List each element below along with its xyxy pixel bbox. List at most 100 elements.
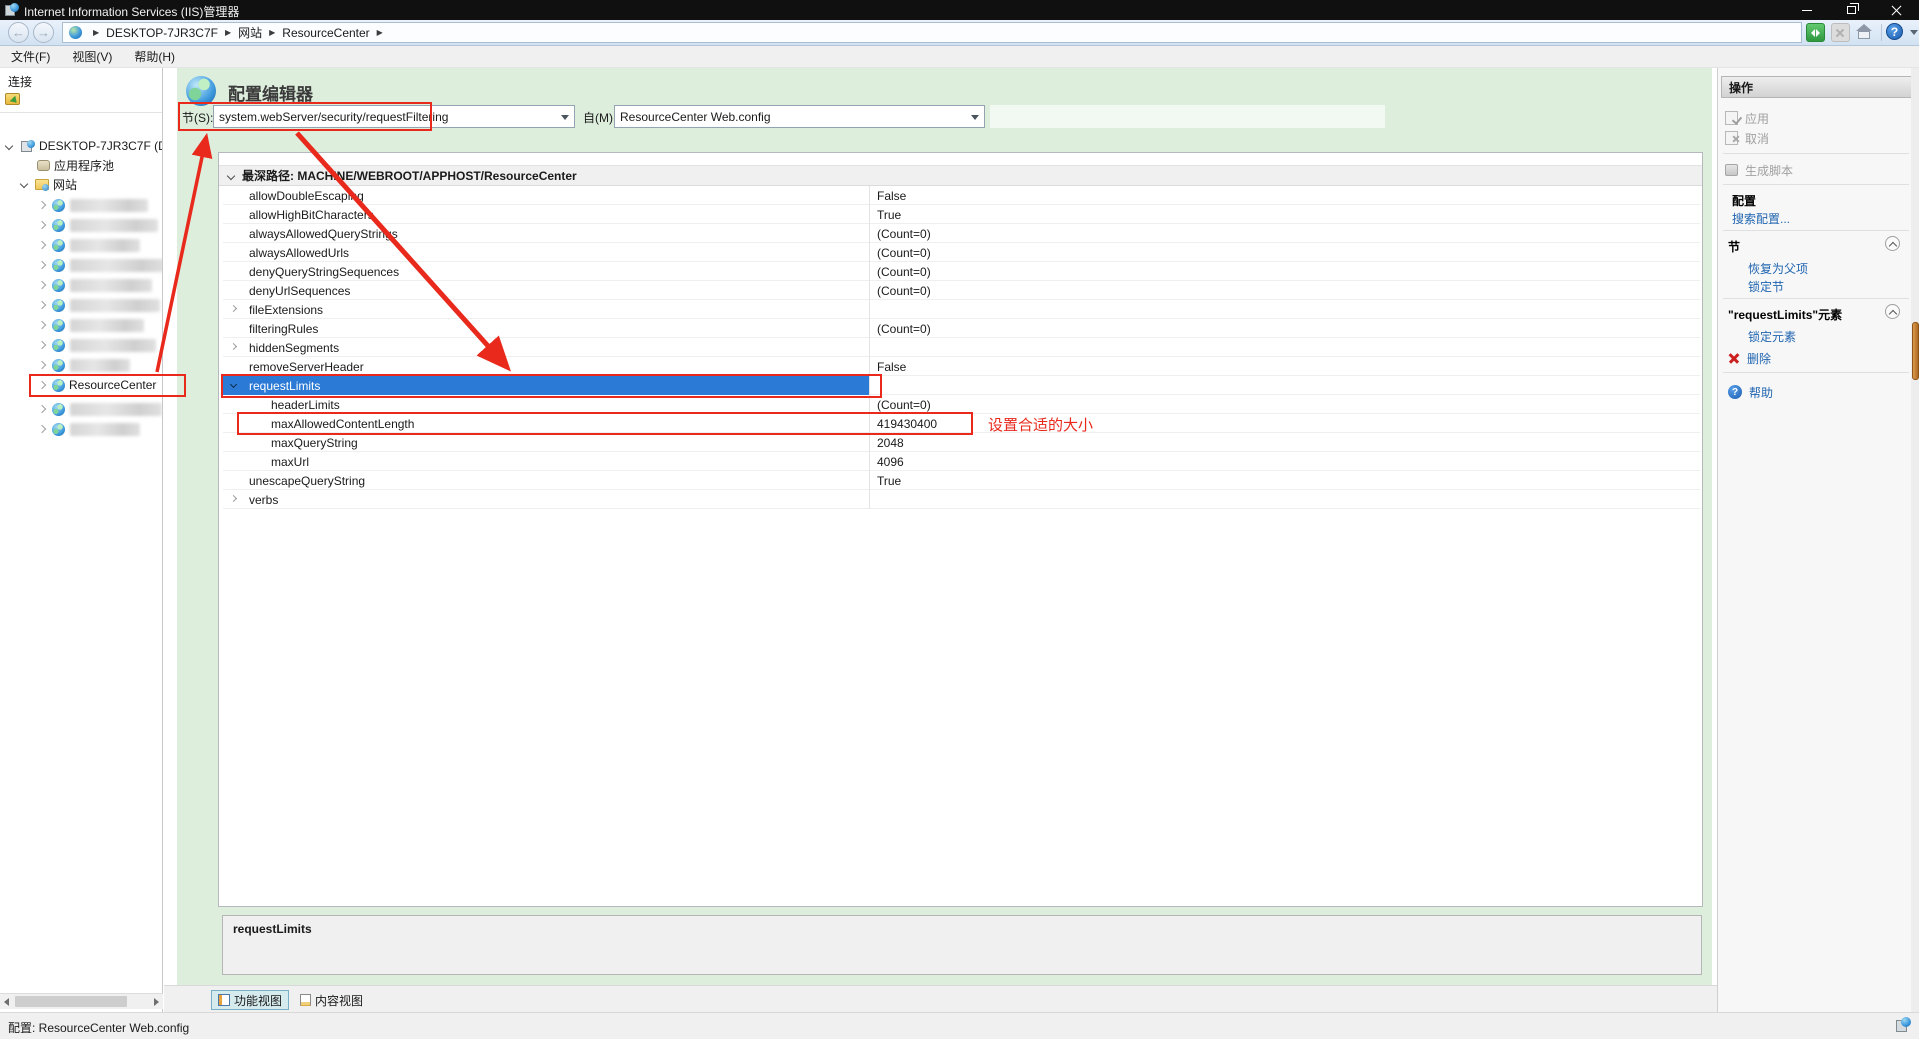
collapse-section-icon[interactable] (1885, 236, 1900, 251)
property-name-cell[interactable]: alwaysAllowedQueryStrings (223, 224, 869, 243)
chevron-right-icon[interactable] (37, 320, 47, 330)
help-link[interactable]: ? 帮助 (1728, 384, 1773, 400)
property-value[interactable]: True (869, 471, 1689, 490)
tree-node-label[interactable]: 应用程序池 (54, 157, 114, 174)
tree-node-masked-site[interactable] (0, 355, 162, 375)
chevron-right-icon[interactable] (229, 494, 238, 503)
grid-row-maxUrl[interactable]: maxUrl 4096 (223, 452, 1700, 471)
chevron-right-icon[interactable] (37, 300, 47, 310)
scroll-thumb[interactable] (1912, 322, 1919, 380)
lock-section-link[interactable]: 锁定节 (1748, 278, 1784, 294)
scroll-left-icon[interactable] (4, 998, 9, 1006)
property-name-cell[interactable]: alwaysAllowedUrls (223, 243, 869, 262)
tree-node-masked-site[interactable] (0, 235, 162, 255)
search-config-link[interactable]: 搜索配置... (1732, 210, 1790, 226)
chevron-right-icon[interactable] (37, 424, 47, 434)
generate-script-button[interactable]: 生成脚本 (1725, 162, 1793, 178)
tree-node-masked-site[interactable] (0, 215, 162, 235)
help-icon[interactable]: ? (1886, 23, 1903, 40)
lock-element-link[interactable]: 锁定元素 (1748, 328, 1796, 344)
breadcrumb[interactable]: ▶ DESKTOP-7JR3C7F ▶ 网站 ▶ ResourceCenter … (62, 22, 1802, 43)
scroll-thumb[interactable] (15, 996, 127, 1007)
chevron-down-icon[interactable] (4, 141, 14, 151)
column-divider[interactable] (869, 186, 870, 509)
delete-link[interactable]: 删除 (1728, 350, 1771, 366)
tree-node-label[interactable]: 网站 (53, 176, 77, 193)
property-value[interactable]: False (869, 186, 1689, 205)
property-value[interactable]: (Count=0) (869, 243, 1689, 262)
grid-row-maxQueryString[interactable]: maxQueryString 2048 (223, 433, 1700, 452)
tab-content-view[interactable]: 内容视图 (294, 990, 369, 1010)
breadcrumb-server[interactable]: DESKTOP-7JR3C7F (106, 26, 218, 40)
property-value[interactable] (869, 490, 1689, 509)
property-name-cell[interactable]: allowDoubleEscaping (223, 186, 869, 205)
tree-node-masked-site[interactable] (0, 195, 162, 215)
close-button[interactable] (1874, 0, 1919, 20)
scroll-right-icon[interactable] (154, 998, 159, 1006)
property-value[interactable]: (Count=0) (869, 319, 1689, 338)
property-name-cell[interactable]: allowHighBitCharacters (223, 205, 869, 224)
property-name-cell[interactable]: unescapeQueryString (223, 471, 869, 490)
chevron-right-icon[interactable] (229, 304, 238, 313)
property-name-cell[interactable]: hiddenSegments (223, 338, 869, 357)
property-value[interactable] (869, 338, 1689, 357)
grid-row-unescapeQueryString[interactable]: unescapeQueryString True (223, 471, 1700, 490)
revert-to-parent-link[interactable]: 恢复为父项 (1748, 260, 1808, 276)
property-name-cell[interactable]: denyUrlSequences (223, 281, 869, 300)
restore-button[interactable] (1829, 0, 1874, 20)
property-value[interactable]: False (869, 357, 1689, 376)
tree-node-server[interactable]: DESKTOP-7JR3C7F (DESKT (0, 136, 162, 156)
forward-button[interactable]: → (33, 22, 54, 43)
grid-row-alwaysAllowedQueryStrings[interactable]: alwaysAllowedQueryStrings (Count=0) (223, 224, 1700, 243)
property-value[interactable] (869, 300, 1689, 319)
grid-row-hiddenSegments[interactable]: hiddenSegments (223, 338, 1700, 357)
tree-node-masked-site[interactable] (0, 419, 162, 439)
tree-node-masked-site[interactable] (0, 295, 162, 315)
chevron-right-icon[interactable] (37, 360, 47, 370)
grid-row-denyUrlSequences[interactable]: denyUrlSequences (Count=0) (223, 281, 1700, 300)
property-name-cell[interactable]: fileExtensions (223, 300, 869, 319)
chevron-right-icon[interactable] (37, 200, 47, 210)
restart-icon[interactable] (1806, 23, 1825, 42)
chevron-right-icon[interactable] (229, 342, 238, 351)
grid-row-filteringRules[interactable]: filteringRules (Count=0) (223, 319, 1700, 338)
chevron-right-icon[interactable] (37, 280, 47, 290)
chevron-down-icon[interactable] (971, 115, 979, 120)
tree-node-masked-site[interactable] (0, 315, 162, 335)
property-value[interactable]: (Count=0) (869, 262, 1689, 281)
tree-node-sites[interactable]: 网站 (0, 174, 162, 194)
property-name-cell[interactable]: filteringRules (223, 319, 869, 338)
cancel-button[interactable]: 取消 (1725, 130, 1769, 146)
menu-view[interactable]: 视图(V) (61, 45, 123, 68)
menu-file[interactable]: 文件(F) (0, 45, 61, 68)
property-value[interactable]: 2048 (869, 433, 1689, 452)
menu-help[interactable]: 帮助(H) (123, 45, 186, 68)
property-name-cell[interactable]: maxUrl (223, 452, 869, 471)
tree-node-label[interactable]: DESKTOP-7JR3C7F (DESKT (39, 139, 162, 153)
property-name-cell[interactable]: denyQueryStringSequences (223, 262, 869, 281)
chevron-right-icon[interactable] (37, 260, 47, 270)
breadcrumb-site[interactable]: ResourceCenter (282, 26, 369, 40)
tree-node-masked-site[interactable] (0, 335, 162, 355)
property-value[interactable]: 4096 (869, 452, 1689, 471)
chevron-down-icon[interactable] (226, 171, 236, 180)
chevron-right-icon[interactable] (37, 220, 47, 230)
connections-hscrollbar[interactable] (0, 993, 163, 1009)
chevron-right-icon[interactable] (37, 240, 47, 250)
minimize-button[interactable] (1784, 0, 1829, 20)
collapse-element-icon[interactable] (1885, 304, 1900, 319)
breadcrumb-sites[interactable]: 网站 (238, 24, 262, 41)
property-value[interactable]: (Count=0) (869, 395, 1689, 414)
property-value[interactable] (869, 376, 1689, 395)
tab-feature-view[interactable]: 功能视图 (211, 990, 290, 1010)
tree-node-masked-site[interactable] (0, 255, 162, 275)
back-button[interactable]: ← (8, 22, 29, 43)
grid-row-alwaysAllowedUrls[interactable]: alwaysAllowedUrls (Count=0) (223, 243, 1700, 262)
tree-node-app-pools[interactable]: 应用程序池 (0, 155, 162, 175)
tree-node-masked-site[interactable] (0, 275, 162, 295)
property-value[interactable]: (Count=0) (869, 224, 1689, 243)
grid-row-verbs[interactable]: verbs (223, 490, 1700, 509)
help-caret-icon[interactable] (1904, 23, 1919, 42)
chevron-right-icon[interactable] (37, 404, 47, 414)
from-combobox[interactable]: ResourceCenter Web.config (614, 105, 985, 128)
